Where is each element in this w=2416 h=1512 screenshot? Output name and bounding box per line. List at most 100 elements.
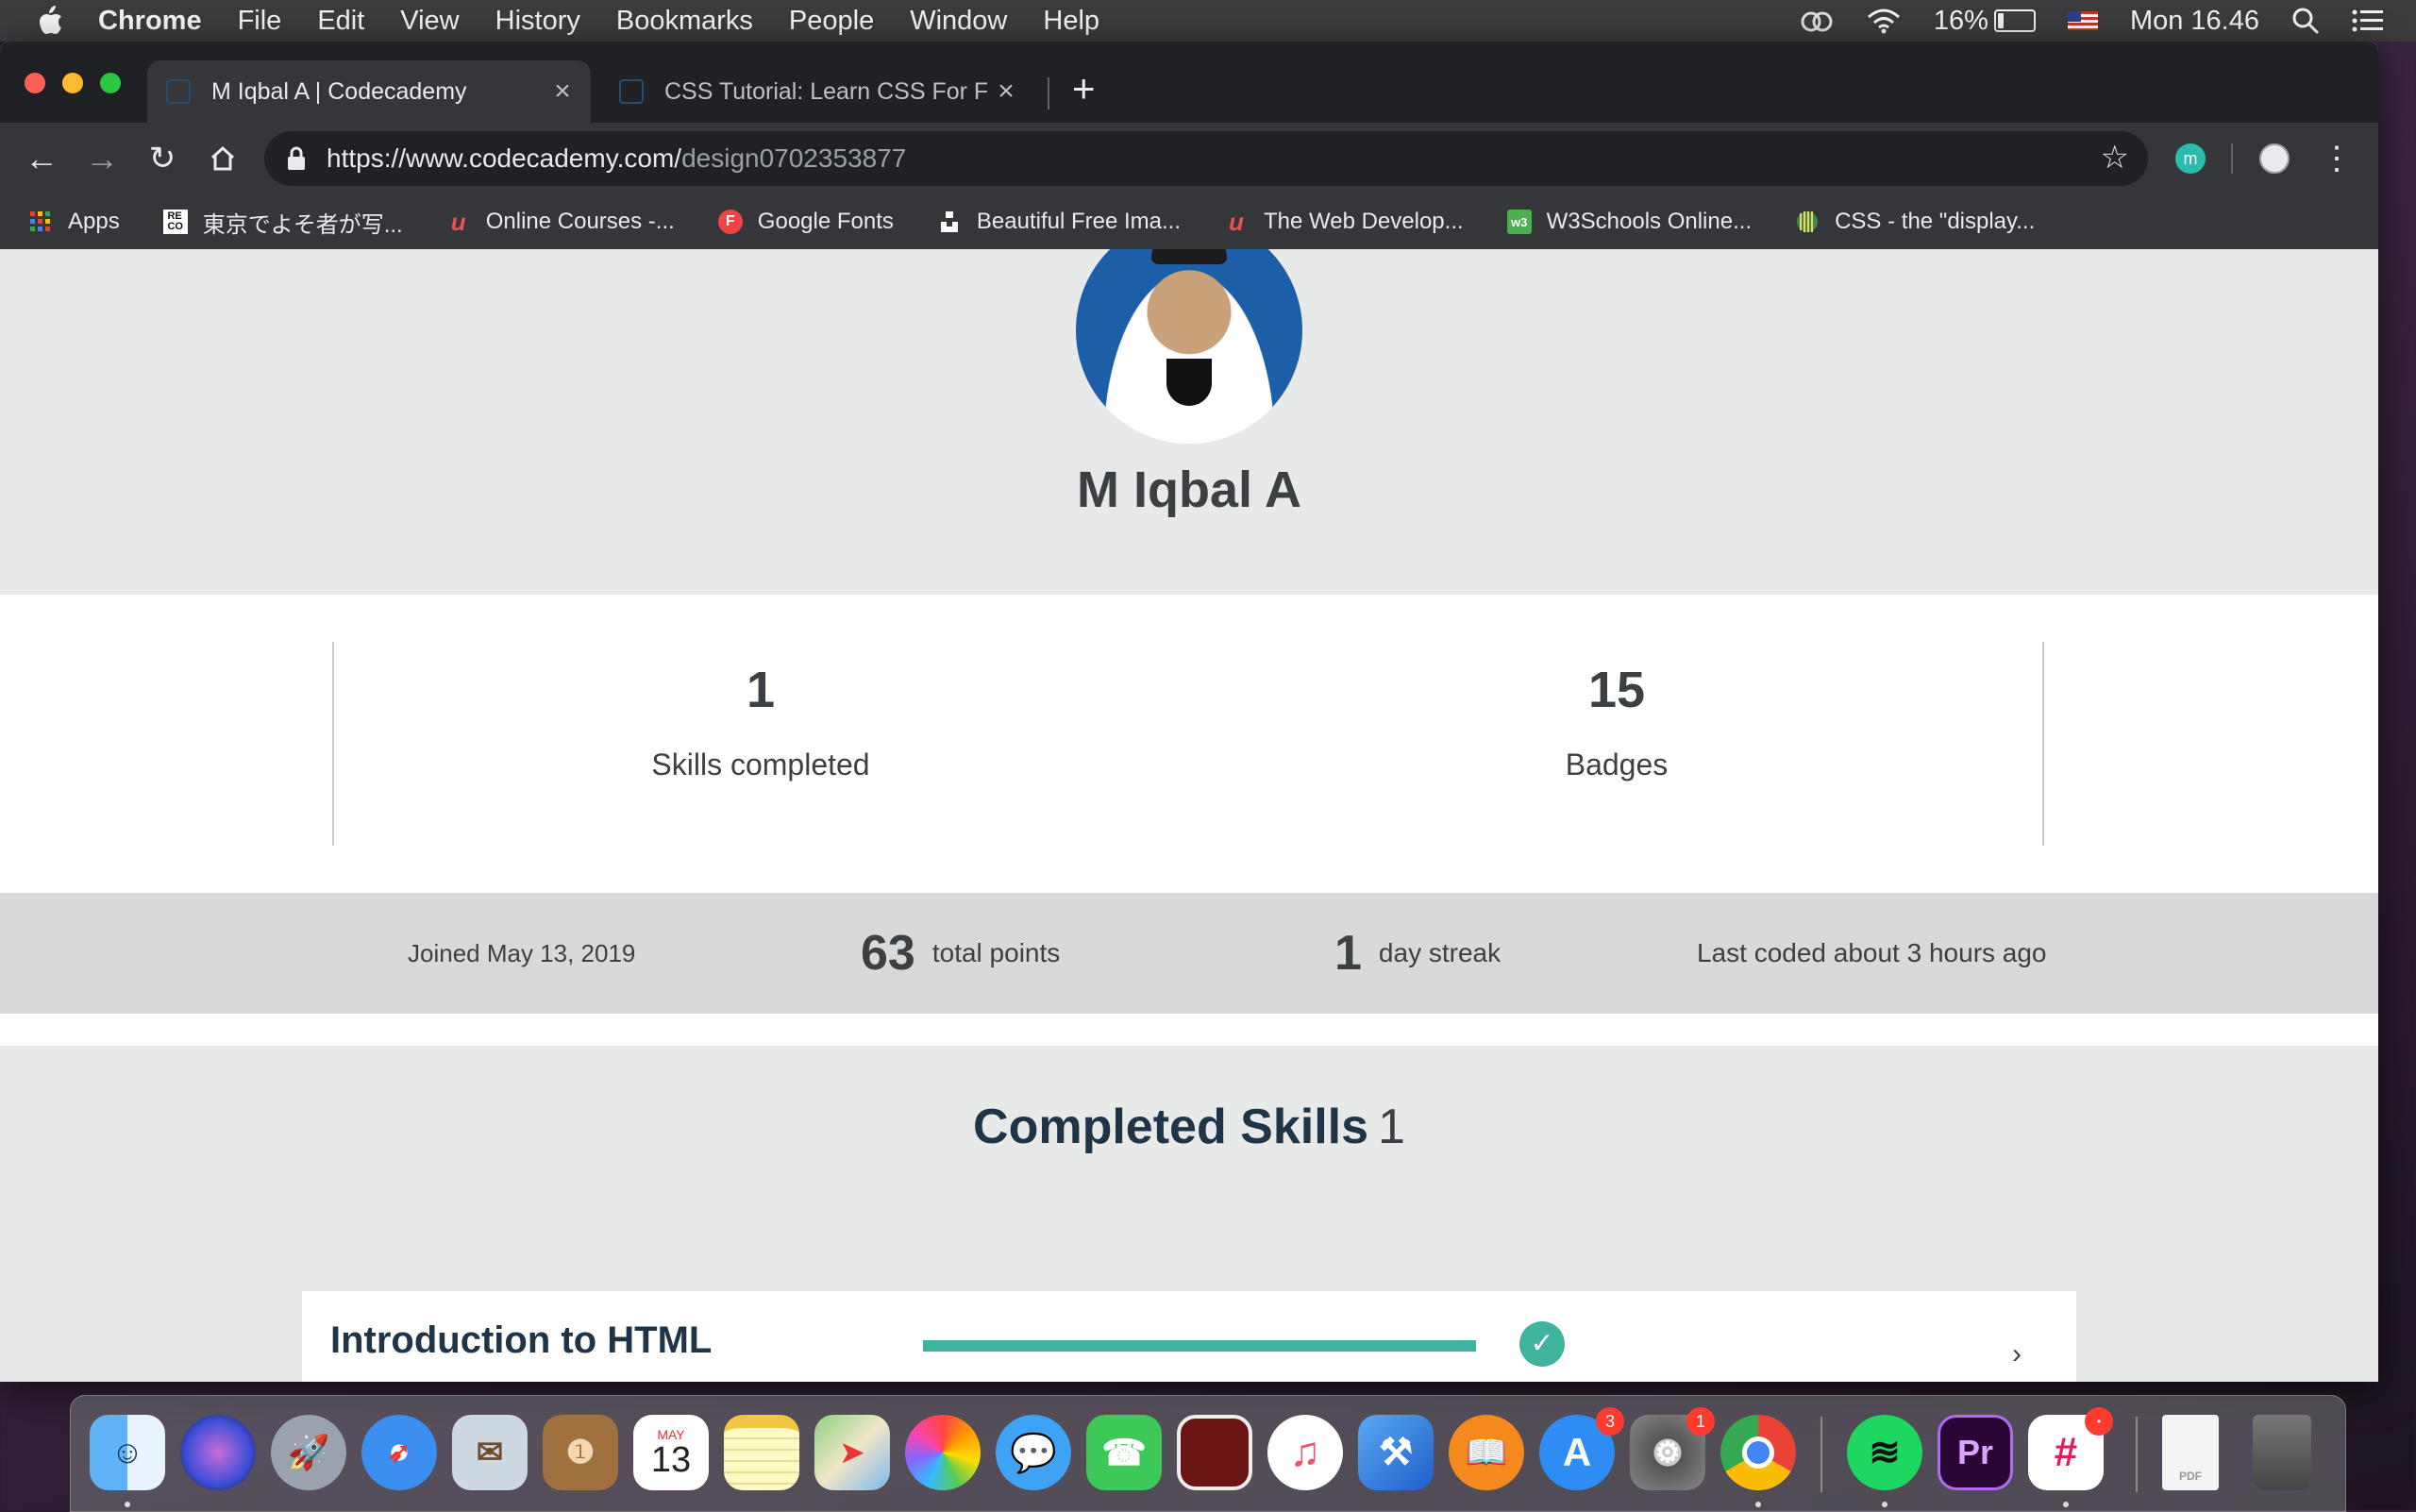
address-bar[interactable]: https://www.codecademy.com/design0702353… — [264, 131, 2148, 186]
stat-badges[interactable]: 15 Badges — [1334, 661, 1900, 782]
fullscreen-window-button[interactable] — [100, 73, 121, 93]
close-tab-icon[interactable]: × — [544, 76, 581, 108]
points-value: 63 — [861, 926, 915, 981]
creative-cloud-icon[interactable] — [1800, 8, 1834, 33]
menu-view[interactable]: View — [400, 6, 459, 37]
safari-icon[interactable]: ➶ — [361, 1415, 437, 1490]
home-icon[interactable] — [200, 136, 245, 181]
notes-icon[interactable] — [724, 1415, 799, 1490]
slack-icon[interactable]: # • — [2028, 1407, 2113, 1490]
bookmark-google-fonts[interactable]: F Google Fonts — [717, 209, 894, 235]
chevron-right-icon[interactable]: › — [2012, 1338, 2022, 1370]
menu-window[interactable]: Window — [910, 6, 1007, 37]
photo-booth-icon[interactable] — [1177, 1415, 1252, 1490]
stats-divider-left — [332, 642, 334, 846]
close-tab-icon[interactable]: × — [987, 76, 1025, 108]
macos-dock: ☺ 🚀 ➶ ✉ ❶ MAY 13 ➤ 💬 ☎ ♫ ⚒ 📖 A 3 ⚙ 1 ≋ P… — [70, 1395, 2346, 1512]
battery-icon — [1993, 9, 2036, 32]
forward-arrow-icon[interactable]: → — [79, 136, 125, 181]
stat-skills-completed[interactable]: 1 Skills completed — [478, 661, 1044, 782]
more-menu-icon[interactable]: ⋮ — [2314, 136, 2359, 181]
finder-icon[interactable]: ☺ — [90, 1415, 165, 1490]
messages-icon[interactable]: 💬 — [996, 1415, 1071, 1490]
minimize-window-button[interactable] — [62, 73, 83, 93]
skill-card-intro-html[interactable]: Introduction to HTML ✓ › — [302, 1291, 2076, 1382]
premiere-pro-icon[interactable]: Pr — [1938, 1415, 2013, 1490]
contacts-icon[interactable]: ❶ — [543, 1415, 618, 1490]
apple-menu-icon[interactable] — [36, 5, 64, 37]
tab-codecademy-profile[interactable]: M Iqbal A | Codecademy × — [147, 60, 591, 123]
extension-initial: m — [2183, 149, 2198, 168]
back-arrow-icon[interactable]: ← — [19, 136, 64, 181]
spotify-icon[interactable]: ≋ — [1847, 1415, 1922, 1490]
bookmark-label: Online Courses -... — [485, 209, 675, 234]
xcode-icon[interactable]: ⚒ — [1358, 1415, 1434, 1490]
udemy-icon: u — [450, 207, 466, 236]
menu-edit[interactable]: Edit — [317, 6, 364, 37]
menu-history[interactable]: History — [495, 6, 580, 37]
close-window-button[interactable] — [25, 73, 45, 93]
streak-value: 1 — [1334, 926, 1362, 981]
pdf-document-icon[interactable]: PDF — [2162, 1415, 2219, 1490]
battery-percent: 16% — [1933, 5, 1988, 36]
battery-status[interactable]: 16% — [1934, 6, 2036, 37]
menu-file[interactable]: File — [238, 6, 282, 37]
bookmark-online-courses[interactable]: u Online Courses -... — [446, 207, 675, 236]
calendar-icon[interactable]: MAY 13 — [633, 1415, 709, 1490]
total-points: 63 total points — [861, 893, 1060, 1014]
maps-icon[interactable]: ➤ — [814, 1415, 890, 1490]
photos-icon[interactable] — [905, 1415, 981, 1490]
bookmark-tokyo[interactable]: RE CO 東京でよそ者が写... — [162, 206, 403, 239]
us-flag-input-icon[interactable] — [2067, 11, 2098, 30]
day-streak: 1 day streak — [1334, 893, 1501, 1014]
app-store-icon[interactable]: A 3 — [1539, 1407, 1624, 1490]
ibooks-icon[interactable]: 📖 — [1449, 1415, 1524, 1490]
running-indicator — [1755, 1502, 1761, 1507]
last-coded-text: Last coded about 3 hours ago — [1697, 938, 2047, 967]
stat-label: Badges — [1565, 748, 1669, 781]
url-host: https://www.codecademy.com/ — [327, 143, 682, 173]
menu-help[interactable]: Help — [1043, 6, 1099, 37]
profile-header: M Iqbal A — [0, 249, 2378, 595]
bookmark-css-display[interactable]: CSS - the "display... — [1795, 209, 2035, 235]
facetime-icon[interactable]: ☎ — [1086, 1415, 1162, 1490]
trash-icon[interactable] — [2253, 1415, 2311, 1490]
menubar-clock[interactable]: Mon 16.46 — [2130, 6, 2259, 37]
completed-skills-heading: Completed Skills 1 — [0, 1099, 2378, 1155]
spotlight-search-icon[interactable] — [2291, 7, 2320, 35]
bookmark-star-icon[interactable]: ☆ — [2101, 139, 2129, 176]
menu-app-name[interactable]: Chrome — [98, 6, 202, 37]
extension-m-icon[interactable]: m — [2175, 143, 2206, 174]
streak-label: day streak — [1378, 938, 1502, 967]
toolbar-divider — [2231, 143, 2233, 174]
bookmark-label: W3Schools Online... — [1546, 209, 1753, 234]
lock-icon[interactable] — [285, 145, 308, 172]
menu-bookmarks[interactable]: Bookmarks — [616, 6, 753, 37]
reload-icon[interactable]: ↻ — [140, 136, 185, 181]
profile-avatar-icon[interactable] — [2259, 143, 2290, 174]
new-tab-plus-icon[interactable]: + — [1072, 66, 1096, 111]
notification-center-icon[interactable] — [2352, 8, 2384, 33]
calendar-day: 13 — [650, 1440, 692, 1480]
bookmark-w3schools[interactable]: w3 W3Schools Online... — [1506, 209, 1753, 235]
tab-strip: M Iqbal A | Codecademy × CSS Tutorial: L… — [0, 42, 2378, 123]
launchpad-icon[interactable]: 🚀 — [271, 1415, 346, 1490]
tab-title: M Iqbal A | Codecademy — [211, 77, 467, 105]
battery-level-fill — [1997, 13, 2004, 28]
bookmark-label: Beautiful Free Ima... — [976, 209, 1181, 234]
profile-page: M Iqbal A 1 Skills completed 15 Badges J… — [0, 249, 2378, 1382]
checkmark-icon: ✓ — [1519, 1321, 1565, 1367]
mail-icon[interactable]: ✉ — [452, 1415, 528, 1490]
url-path: design0702353877 — [681, 143, 907, 173]
bookmark-apps[interactable]: Apps — [28, 209, 120, 235]
system-preferences-icon[interactable]: ⚙ 1 — [1630, 1407, 1715, 1490]
menu-people[interactable]: People — [789, 6, 874, 37]
itunes-icon[interactable]: ♫ — [1267, 1415, 1343, 1490]
bookmark-web-developer[interactable]: u The Web Develop... — [1224, 208, 1464, 236]
siri-icon[interactable] — [180, 1415, 256, 1490]
stat-value: 1 — [746, 662, 776, 718]
chrome-icon[interactable] — [1720, 1415, 1796, 1490]
tab-css-tutorial[interactable]: CSS Tutorial: Learn CSS For Free × — [600, 60, 1034, 123]
wifi-icon[interactable] — [1866, 8, 1902, 34]
bookmark-unsplash[interactable]: Beautiful Free Ima... — [937, 209, 1181, 235]
